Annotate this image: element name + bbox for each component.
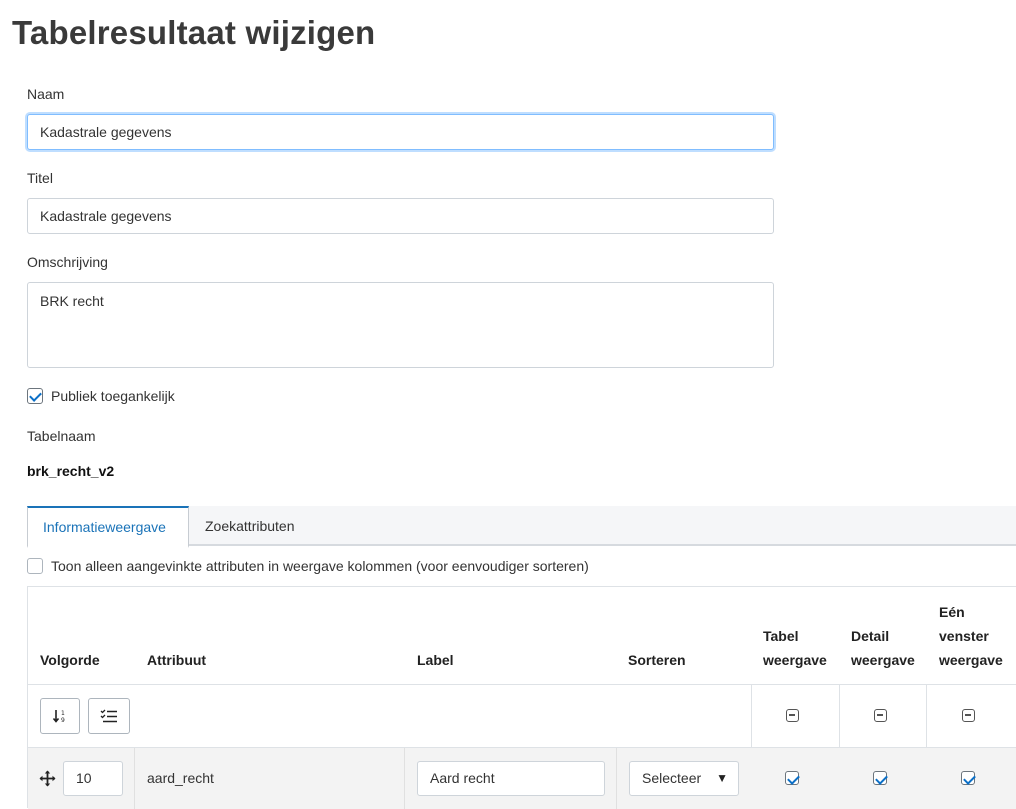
volgorde-input[interactable]: 10 bbox=[63, 761, 123, 796]
filter-label: Toon alleen aangevinkte attributen in we… bbox=[51, 558, 589, 574]
omschrijving-label: Omschrijving bbox=[27, 254, 108, 270]
attributes-table: Volgorde Attribuut Label Sorteren Tabel w… bbox=[27, 586, 1016, 809]
label-input[interactable]: Aard recht bbox=[417, 761, 605, 796]
sorteren-select[interactable]: Selecteer ▼ bbox=[629, 761, 739, 796]
titel-label: Titel bbox=[27, 170, 53, 186]
header-tabel-weergave: Tabel weergave bbox=[763, 628, 827, 668]
publiek-checkbox[interactable] bbox=[27, 388, 43, 404]
tabelnaam-label: Tabelnaam bbox=[27, 428, 96, 444]
header-attribuut: Attribuut bbox=[147, 652, 207, 668]
sort-order-button[interactable]: 1 9 bbox=[40, 698, 80, 734]
tab-informatieweergave[interactable]: Informatieweergave bbox=[27, 506, 189, 548]
header-divider bbox=[28, 684, 1016, 685]
naam-input[interactable] bbox=[27, 114, 774, 150]
tabel-weergave-checkbox[interactable] bbox=[785, 771, 799, 785]
detail-weergave-checkbox[interactable] bbox=[873, 771, 887, 785]
publiek-label: Publiek toegankelijk bbox=[51, 388, 175, 404]
tab-bar: Informatieweergave Zoekattributen bbox=[27, 506, 1016, 548]
checklist-button[interactable] bbox=[88, 698, 130, 734]
page-title: Tabelresultaat wijzigen bbox=[12, 14, 376, 51]
svg-text:1: 1 bbox=[61, 710, 65, 717]
chevron-down-icon: ▼ bbox=[716, 771, 728, 785]
filter-checkbox[interactable] bbox=[27, 558, 43, 574]
header-label: Label bbox=[417, 652, 454, 668]
indeterminate-tabel-icon[interactable] bbox=[786, 709, 799, 722]
attribuut-value: aard_recht bbox=[147, 770, 214, 786]
checklist-icon bbox=[100, 709, 117, 723]
header-sorteren: Sorteren bbox=[628, 652, 686, 668]
header-een-venster-weergave: Eén venster weergave bbox=[939, 604, 1003, 668]
tab-zoekattributen[interactable]: Zoekattributen bbox=[190, 506, 310, 546]
svg-text:9: 9 bbox=[61, 717, 65, 724]
header-volgorde: Volgorde bbox=[40, 652, 100, 668]
sort-order-icon: 1 9 bbox=[52, 710, 65, 724]
tabelnaam-value: brk_recht_v2 bbox=[27, 463, 115, 479]
indeterminate-een-icon[interactable] bbox=[962, 709, 975, 722]
move-icon[interactable] bbox=[39, 770, 56, 787]
naam-label: Naam bbox=[27, 86, 65, 102]
table-row: 10 aard_recht Aard recht Selecteer ▼ bbox=[28, 748, 1016, 809]
publiek-toegankelijk-row[interactable]: Publiek toegankelijk bbox=[27, 388, 175, 404]
indeterminate-detail-icon[interactable] bbox=[874, 709, 887, 722]
titel-input[interactable] bbox=[27, 198, 774, 234]
omschrijving-textarea[interactable]: BRK recht bbox=[27, 282, 774, 368]
filter-row[interactable]: Toon alleen aangevinkte attributen in we… bbox=[27, 558, 589, 574]
een-venster-weergave-checkbox[interactable] bbox=[961, 771, 975, 785]
header-detail-weergave: Detail weergave bbox=[851, 628, 915, 668]
